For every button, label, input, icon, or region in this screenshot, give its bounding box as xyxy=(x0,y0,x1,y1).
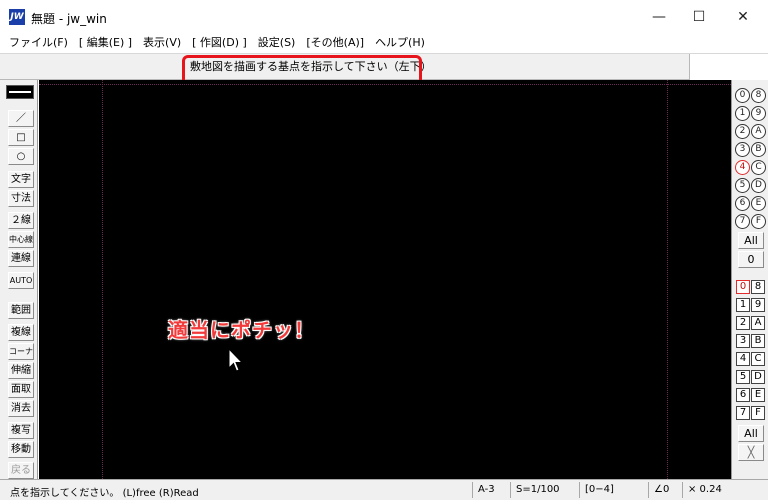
tool-circle[interactable]: ○ xyxy=(8,148,34,165)
layer-group-button[interactable]: F xyxy=(751,214,766,229)
layer-button[interactable]: 3 xyxy=(736,334,750,348)
menu-file[interactable]: ファイル(F) xyxy=(0,34,73,52)
menu-settings[interactable]: 設定(S) xyxy=(252,34,301,52)
layer-group-button[interactable]: 1 xyxy=(735,106,750,121)
layer-button[interactable]: F xyxy=(751,406,765,420)
layer-button[interactable]: 6 xyxy=(736,388,750,402)
layer-button[interactable]: 2 xyxy=(736,316,750,330)
maximize-button[interactable]: ☐ xyxy=(676,0,722,34)
tool-chamfer[interactable]: 面取 xyxy=(8,381,34,398)
paper-border-top xyxy=(39,84,731,85)
tool-double-line[interactable]: ２線 xyxy=(8,212,34,229)
tool-corner[interactable]: コーナー xyxy=(8,343,34,360)
status-magnification[interactable]: × 0.24 xyxy=(682,482,722,498)
layer-button[interactable]: E xyxy=(751,388,765,402)
layer-button[interactable]: C xyxy=(751,352,765,366)
tool-copy[interactable]: 複写 xyxy=(8,422,34,439)
layer-button[interactable]: 8 xyxy=(751,280,765,294)
menu-view[interactable]: 表示(V) xyxy=(137,34,186,52)
menu-help[interactable]: ヘルプ(H) xyxy=(369,34,430,52)
layer-group-zero-button[interactable]: 0 xyxy=(738,251,764,268)
tool-line[interactable]: ／ xyxy=(8,110,34,127)
layer-group-button[interactable]: 6 xyxy=(735,196,750,211)
tool-parallel[interactable]: 複線 xyxy=(8,324,34,341)
layer-group-button-active[interactable]: 4 xyxy=(735,160,750,175)
menu-bar: ファイル(F) [ 編集(E) ] 表示(V) [ 作図(D) ] 設定(S) … xyxy=(0,34,768,52)
layer-group-all-button[interactable]: All xyxy=(738,232,764,249)
tool-stretch[interactable]: 伸縮 xyxy=(8,362,34,379)
status-angle[interactable]: ∠0 xyxy=(648,482,669,498)
tool-erase[interactable]: 消去 xyxy=(8,400,34,417)
tool-center-line[interactable]: 中心線 xyxy=(8,231,34,248)
status-scale[interactable]: S=1/100 xyxy=(510,482,560,498)
status-message: 点を指示してください。 (L)free (R)Read xyxy=(10,488,199,499)
layer-group-button[interactable]: D xyxy=(751,178,766,193)
app-icon: JW xyxy=(9,9,25,25)
drawing-canvas[interactable]: 適当にポチッ！ xyxy=(39,80,731,479)
mouse-pointer-icon xyxy=(228,348,244,372)
layer-button[interactable]: D xyxy=(751,370,765,384)
status-bar: 点を指示してください。 (L)free (R)Read A-3 S=1/100 … xyxy=(0,479,768,500)
layer-group-button[interactable]: C xyxy=(751,160,766,175)
layer-all-button[interactable]: All xyxy=(738,425,764,442)
layer-group-button[interactable]: 2 xyxy=(735,124,750,139)
layer-button[interactable]: 4 xyxy=(736,352,750,366)
paper-border-right xyxy=(667,80,668,479)
layer-group-button[interactable]: 3 xyxy=(735,142,750,157)
tool-undo[interactable]: 戻る xyxy=(8,462,34,479)
layer-cross-button[interactable]: ╳ xyxy=(738,444,764,461)
control-input-box[interactable] xyxy=(689,54,768,80)
tool-text[interactable]: 文字 xyxy=(8,171,34,188)
layer-group-button[interactable]: 8 xyxy=(751,88,766,103)
annotation-text: 適当にポチッ！ xyxy=(168,318,315,342)
tool-continuous-line[interactable]: 連線 xyxy=(8,250,34,267)
layer-button[interactable]: 9 xyxy=(751,298,765,312)
layer-button[interactable]: 7 xyxy=(736,406,750,420)
layer-button[interactable]: B xyxy=(751,334,765,348)
layer-button[interactable]: 5 xyxy=(736,370,750,384)
menu-edit[interactable]: [ 編集(E) ] xyxy=(73,34,137,52)
tool-auto[interactable]: AUTO xyxy=(8,272,34,289)
status-paper-size[interactable]: A-3 xyxy=(472,482,495,498)
title-bar: JW 無題 - jw_win — ☐ ✕ xyxy=(0,0,768,34)
close-button[interactable]: ✕ xyxy=(720,0,766,34)
layer-button[interactable]: 1 xyxy=(736,298,750,312)
status-layer[interactable]: [0−4] xyxy=(579,482,614,498)
layer-group-button[interactable]: 5 xyxy=(735,178,750,193)
left-toolbar: ／ □ ○ 文字 寸法 ２線 中心線 連線 AUTO 範囲 複線 コーナー 伸縮… xyxy=(0,80,38,479)
layer-group-button[interactable]: A xyxy=(751,124,766,139)
layer-group-button[interactable]: 0 xyxy=(735,88,750,103)
window-title: 無題 - jw_win xyxy=(31,12,107,26)
layer-button[interactable]: A xyxy=(751,316,765,330)
layer-button-active[interactable]: 0 xyxy=(736,280,750,294)
menu-other[interactable]: [その他(A)] xyxy=(300,34,369,52)
layer-group-button[interactable]: E xyxy=(751,196,766,211)
tool-range[interactable]: 範囲 xyxy=(8,302,34,319)
tool-move[interactable]: 移動 xyxy=(8,441,34,458)
tool-rectangle[interactable]: □ xyxy=(8,129,34,146)
layer-group-button[interactable]: 7 xyxy=(735,214,750,229)
line-color-swatch[interactable] xyxy=(6,85,34,99)
menu-draw[interactable]: [ 作図(D) ] xyxy=(186,34,252,52)
tool-dimension[interactable]: 寸法 xyxy=(8,190,34,207)
layer-group-button[interactable]: B xyxy=(751,142,766,157)
paper-border-left xyxy=(102,80,103,479)
right-toolbar: 0 8 1 9 2 A 3 B 4 C 5 D 6 E 7 F All 0 0 … xyxy=(731,80,768,479)
layer-group-button[interactable]: 9 xyxy=(751,106,766,121)
